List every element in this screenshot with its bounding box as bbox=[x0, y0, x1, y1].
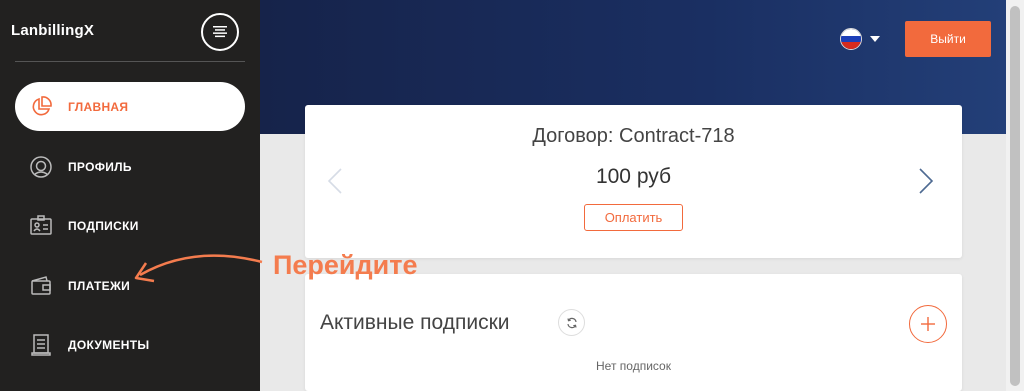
sidebar-item-payments[interactable]: ПЛАТЕЖИ bbox=[15, 261, 245, 310]
sidebar-item-documents[interactable]: ДОКУМЕНТЫ bbox=[15, 320, 245, 369]
plus-icon bbox=[921, 317, 935, 331]
language-selector[interactable] bbox=[840, 28, 880, 50]
add-subscription-button[interactable] bbox=[909, 305, 947, 343]
sidebar-divider bbox=[15, 61, 245, 62]
sidebar-item-label: ГЛАВНАЯ bbox=[68, 99, 129, 114]
annotation-label: Перейдите bbox=[273, 250, 418, 280]
logout-button[interactable]: Выйти bbox=[905, 21, 991, 57]
sidebar-item-profile[interactable]: ПРОФИЛЬ bbox=[15, 142, 245, 191]
sidebar-item-subscriptions[interactable]: ПОДПИСКИ bbox=[15, 201, 245, 250]
pay-button[interactable]: Оплатить bbox=[584, 204, 683, 231]
subscriptions-title: Активные подписки bbox=[320, 311, 510, 334]
sidebar-item-label: ПРОФИЛЬ bbox=[68, 159, 132, 174]
empty-state-text: Нет подписок bbox=[596, 359, 671, 373]
subscriptions-card: Активные подписки Нет подписок bbox=[305, 274, 962, 391]
russian-flag-icon bbox=[840, 28, 862, 50]
pie-chart-icon bbox=[27, 93, 55, 121]
wallet-icon bbox=[27, 272, 55, 300]
id-card-icon bbox=[27, 212, 55, 240]
hamburger-icon bbox=[213, 26, 227, 38]
sidebar-item-label: ПЛАТЕЖИ bbox=[68, 278, 131, 293]
sidebar-item-label: ПОДПИСКИ bbox=[68, 218, 139, 233]
brand-logo: LanbillingX bbox=[11, 22, 95, 39]
sidebar-item-home[interactable]: ГЛАВНАЯ bbox=[15, 82, 245, 131]
scrollbar-thumb[interactable] bbox=[1010, 6, 1020, 386]
chevron-right-icon bbox=[919, 168, 934, 194]
chevron-down-icon bbox=[870, 36, 880, 42]
contract-balance: 100 руб bbox=[595, 165, 672, 188]
menu-toggle-button[interactable] bbox=[201, 13, 239, 51]
document-icon bbox=[27, 331, 55, 359]
contract-title: Договор: Contract-718 bbox=[532, 125, 735, 147]
sidebar: LanbillingX ГЛАВНАЯ ПРОФИЛЬ ПОДПИСКИ ПЛА… bbox=[0, 0, 260, 391]
sidebar-item-label: ДОКУМЕНТЫ bbox=[68, 337, 150, 352]
refresh-button[interactable] bbox=[558, 309, 585, 336]
refresh-icon bbox=[566, 317, 577, 328]
contract-card: Договор: Contract-718 100 руб Оплатить bbox=[305, 105, 962, 258]
next-contract-button[interactable] bbox=[918, 167, 934, 200]
user-circle-icon bbox=[27, 153, 55, 181]
